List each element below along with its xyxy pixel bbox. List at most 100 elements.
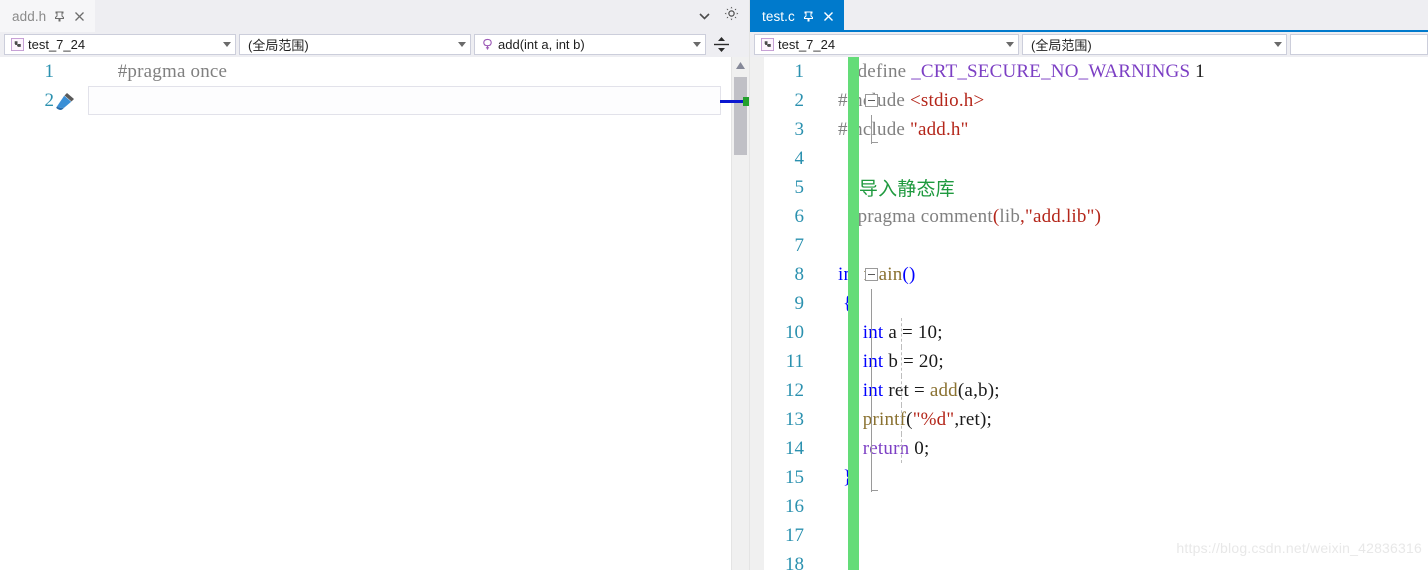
fold-guide-line [871,289,872,318]
line-number: 6 [794,205,805,227]
glyph-margin [808,202,838,231]
member-dropdown-left[interactable]: add(int a, int b) [474,34,706,55]
editor-pane-right: test.c test_7_24 (全局范围) 1 #define _CRT_S… [750,0,1428,570]
tabstrip-right: test.c [750,0,1428,32]
caret-down-icon[interactable] [454,42,470,47]
glyph-margin [808,492,838,521]
code-token: //导入静态库 [847,179,955,200]
line-number: 15 [785,466,804,488]
code-token: return [862,437,910,459]
code-text: #include "add.h" [838,119,1428,141]
line-number: 13 [785,408,804,430]
glyph-margin [808,521,838,550]
code-token: _CRT_SECURE_NO_WARNINGS [911,60,1191,82]
tab-add-h[interactable]: add.h [0,0,96,32]
code-content-left[interactable]: 1 #pragma once 2 extern int add(int a, in… [0,57,749,570]
tab-add-h-label: add.h [12,8,47,24]
gear-icon[interactable] [724,6,739,26]
navigation-bar-left: test_7_24 (全局范围) add(int a, int b) [0,32,749,57]
code-text: return 0; [838,438,1428,460]
code-text: int main() [838,264,1428,286]
saved-change-marker [743,97,749,106]
tab-test-c[interactable]: test.c [750,0,844,32]
tabstrip-right-underline [750,30,1428,32]
code-token: a [257,89,266,111]
scope-dropdown-right[interactable]: (全局范围) [1022,34,1287,55]
caret-down-icon[interactable] [689,42,705,47]
glyph-margin [808,376,838,405]
code-token: b [888,350,899,372]
fold-guide-line [871,318,872,347]
code-text: #include <stdio.h> [838,90,1428,112]
line-number: 14 [785,437,804,459]
code-text: #pragma once [88,61,749,83]
code-text: //导入静态库 [838,174,1428,201]
code-token: add [929,379,958,401]
error-squiggle-token: add [196,89,226,115]
glyph-margin [808,318,838,347]
code-token: b [978,379,988,401]
fold-guide-line [871,115,872,144]
line-number: 12 [785,379,804,401]
scrollbar-thumb[interactable] [734,77,747,155]
glyph-margin [808,463,838,492]
glyph-margin [808,434,838,463]
code-text: int a = 10; [838,322,1428,344]
glyph-margin [808,289,838,318]
code-line[interactable]: 2 extern int add(int a, int b); [0,86,749,115]
fold-collapse-icon[interactable] [865,94,878,107]
code-text: printf("%d",ret); [838,409,1428,431]
indent-guide [901,434,902,463]
pin-icon[interactable] [53,10,66,23]
glyph-margin [808,231,838,260]
glyph-margin [808,347,838,376]
caret-down-icon[interactable] [1270,42,1286,47]
scroll-up-icon[interactable] [732,57,749,74]
paintbrush-icon[interactable] [56,86,88,115]
code-text: #pragma comment(lib,"add.lib") [838,206,1428,228]
glyph-margin [808,115,838,144]
line-number: 2 [794,89,805,111]
code-token: ; [322,89,329,111]
code-token: = [909,379,930,401]
glyph-margin [808,57,838,86]
code-content-right[interactable]: 1 #define _CRT_SECURE_NO_WARNINGS 1 2 #inc… [750,57,1428,570]
code-line[interactable]: 1 #pragma once [0,57,749,86]
code-token: ; [938,350,944,372]
fold-guide-line [871,376,872,405]
close-icon[interactable] [73,10,86,23]
line-number: 1 [794,60,805,82]
project-dropdown-left-value: test_7_24 [28,37,86,52]
project-dropdown-right[interactable]: test_7_24 [754,34,1019,55]
code-token: int [862,379,884,401]
caret-down-icon[interactable] [219,42,235,47]
line-number: 4 [794,147,805,169]
glyph-margin [808,405,838,434]
code-token: 0 [914,437,924,459]
project-dropdown-left[interactable]: test_7_24 [4,34,236,55]
code-editor-left[interactable]: 1 #pragma once 2 extern int add(int a, in… [0,57,749,570]
caret-down-icon[interactable] [1002,42,1018,47]
vertical-scrollbar-left[interactable] [720,57,749,570]
code-editor-right[interactable]: 1 #define _CRT_SECURE_NO_WARNINGS 1 2 #inc… [750,57,1428,570]
split-view-icon[interactable] [710,34,732,55]
fold-collapse-icon[interactable] [865,268,878,281]
indent-guide [901,376,902,405]
scope-dropdown-left[interactable]: (全局范围) [239,34,471,55]
code-token: 10 [917,321,938,343]
code-token: ) [1094,205,1102,227]
line-number: 10 [785,321,804,343]
code-text: } [838,467,1428,489]
pin-icon[interactable] [802,10,815,23]
change-bar [848,57,859,570]
chevron-down-icon[interactable] [699,7,710,25]
glyph-margin [808,550,838,570]
code-token: , [265,89,281,111]
member-dropdown-right[interactable] [1290,34,1428,55]
tabstrip-left-underline [0,30,749,32]
close-icon[interactable] [822,10,835,23]
